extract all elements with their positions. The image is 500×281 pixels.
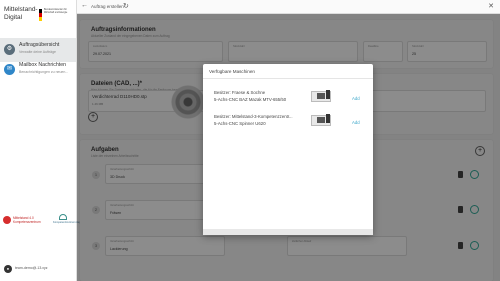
add-machine-button[interactable]: Add — [352, 96, 360, 101]
brand-title: Mittelstand- Digital — [4, 6, 38, 22]
modal-title: Verfügbare Maschinen — [209, 69, 255, 74]
add-machine-button[interactable]: Add — [352, 120, 360, 125]
ministry-text: Bundesministerium für Wirtschaft und Ene… — [44, 9, 68, 14]
sidebar-item-label: Mailbox Nachrichten — [19, 62, 66, 68]
refresh-icon[interactable]: ↻ — [123, 2, 129, 10]
machine-owner: Besitzer: Mittelstand-3-Kompetenzzentr..… — [214, 114, 293, 119]
sidebar-item-label: Auftragsübersicht — [19, 42, 60, 48]
sidebar-item-sublabel: Verwalte deine Aufträge — [19, 50, 56, 54]
brand-line-1: Mittelstand- — [4, 6, 38, 13]
page-title: Auftrag erstellen — [91, 4, 124, 9]
user-icon: ● — [4, 265, 12, 273]
sidebar-item-sublabel: Benachrichtigungen zu neuen... — [19, 70, 69, 74]
ministry-logo: Bundesministerium für Wirtschaft und Ene… — [39, 5, 73, 25]
arrow-left-icon[interactable]: ← — [81, 2, 88, 9]
machine-owner: Besitzer: Fraese & Sochne — [214, 90, 266, 95]
machine-item: Besitzer: Mittelstand-3-Kompetenzzentr..… — [203, 111, 373, 135]
augsburg-logo: Kompetenzzentrum Augsburg — [53, 214, 87, 228]
machine-type: 5-Achs-CNC BAZ Mazak MTV-655/50 — [214, 97, 287, 102]
user-account[interactable]: ● team-demo@-13.xyz — [0, 264, 76, 276]
cnc-machine-image — [309, 111, 333, 129]
user-email: team-demo@-13.xyz — [15, 266, 48, 270]
orders-icon: ⚙ — [4, 44, 15, 55]
sidebar-item-mailbox[interactable]: ✉ Mailbox Nachrichten Benachrichtigungen… — [0, 58, 76, 82]
brand-line-2: Digital — [4, 14, 23, 21]
machine-type: 5-Achs-CNC Spinner U620 — [214, 121, 266, 126]
mailbox-icon: ✉ — [4, 64, 15, 75]
close-icon[interactable]: ✕ — [488, 2, 494, 10]
cnc-machine-image — [309, 87, 333, 105]
sidebar: Mittelstand- Digital Bundesministerium f… — [0, 0, 87, 281]
machine-item: Besitzer: Fraese & Sochne 5-Achs-CNC BAZ… — [203, 87, 373, 111]
partner-logos: Mittelstand 4.0 Kompetenzzentrum Kompete… — [3, 214, 87, 228]
modal-footer — [203, 229, 373, 235]
flag-icon — [39, 9, 42, 21]
kompetenzzentrum-logo: Mittelstand 4.0 Kompetenzzentrum — [3, 214, 41, 228]
modal-divider — [203, 78, 373, 79]
machines-modal: Verfügbare Maschinen Besitzer: Fraese & … — [203, 64, 373, 235]
topbar: ← Auftrag erstellen ↻ ✕ — [77, 0, 500, 14]
